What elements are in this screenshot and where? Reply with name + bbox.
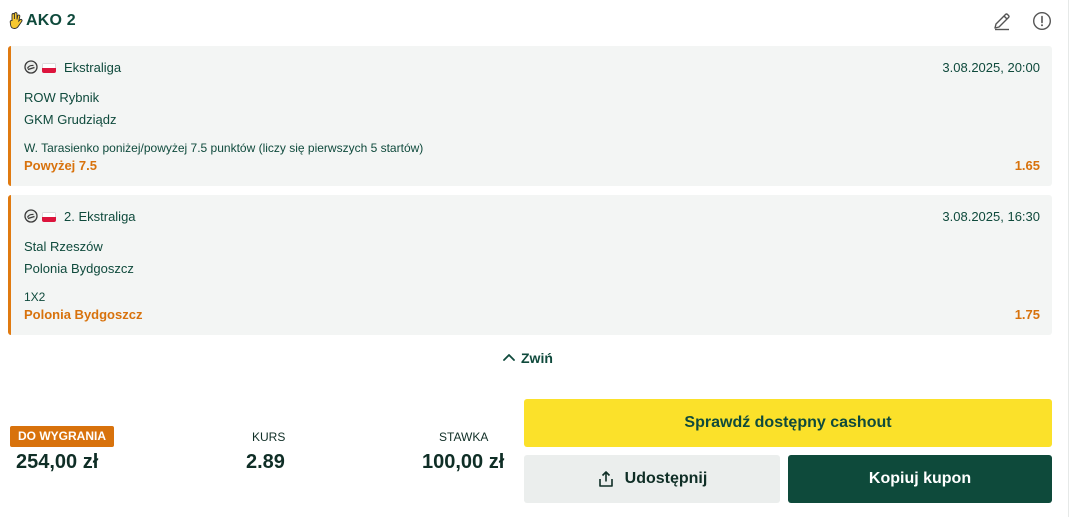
bet-card: Ekstraliga 3.08.2025, 20:00 ROW Rybnik G…: [8, 46, 1052, 186]
away-team: Polonia Bydgoszcz: [24, 261, 134, 276]
market-name: 1X2: [24, 290, 46, 304]
copy-coupon-button[interactable]: Kopiuj kupon: [788, 455, 1052, 503]
slip-title: AKO 2: [26, 12, 76, 29]
collapse-label: Zwiń: [521, 350, 553, 366]
selected-outcome: Polonia Bydgoszcz: [24, 307, 143, 322]
event-date: 3.08.2025, 16:30: [942, 209, 1040, 224]
outcome-odd: 1.75: [1014, 307, 1040, 322]
speedway-icon: [24, 209, 38, 223]
league-name: 2. Ekstraliga: [64, 209, 136, 224]
home-team: ROW Rybnik: [24, 90, 100, 105]
bet-card: 2. Ekstraliga 3.08.2025, 16:30 Stal Rzes…: [8, 195, 1052, 335]
league-name: Ekstraliga: [64, 60, 122, 75]
bet-slip-panel: AKO 2 Ekstraliga 3.08.2025, 20:00 ROW Ry…: [0, 0, 1069, 517]
potential-win-value: 254,00 zł: [16, 451, 99, 473]
copy-coupon-label: Kopiuj kupon: [868, 470, 972, 487]
total-odds-value: 2.89: [246, 451, 285, 473]
check-cashout-label: Sprawdź dostępny cashout: [684, 414, 892, 431]
chevron-up-icon: [503, 354, 515, 361]
share-icon: [598, 471, 613, 487]
stake-label: STAWKA: [439, 430, 489, 444]
home-team: Stal Rzeszów: [24, 239, 103, 254]
potential-win-badge: DO WYGRANIA: [10, 426, 114, 447]
info-icon[interactable]: [1032, 11, 1052, 31]
slip-header: AKO 2: [8, 8, 1058, 36]
share-label: Udostępnij: [624, 470, 708, 487]
poland-flag-icon: [42, 63, 56, 73]
hand-icon: [9, 12, 23, 29]
speedway-icon: [24, 60, 38, 74]
event-date: 3.08.2025, 20:00: [942, 60, 1040, 75]
stake-value: 100,00 zł: [422, 451, 505, 473]
total-odds-label: KURS: [252, 430, 286, 444]
market-name: W. Tarasienko poniżej/powyżej 7.5 punktó…: [24, 141, 424, 155]
away-team: GKM Grudziądz: [24, 112, 117, 127]
outcome-odd: 1.65: [1014, 158, 1040, 173]
selected-outcome: Powyżej 7.5: [24, 158, 97, 173]
share-button[interactable]: Udostępnij: [524, 455, 780, 503]
poland-flag-icon: [42, 212, 56, 222]
check-cashout-button[interactable]: Sprawdź dostępny cashout: [524, 399, 1052, 447]
pencil-icon[interactable]: [992, 11, 1012, 31]
